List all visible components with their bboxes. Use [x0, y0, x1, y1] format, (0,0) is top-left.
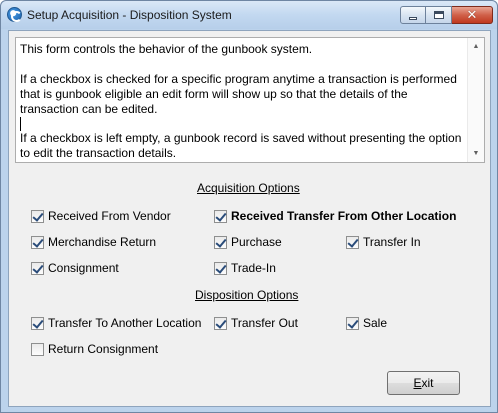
description-textbox[interactable]: This form controls the behavior of the g… [15, 37, 485, 163]
exit-button[interactable]: Exit [387, 371, 460, 395]
description-scrollbar[interactable]: ▲ ▼ [467, 38, 484, 162]
checkbox-box[interactable] [31, 342, 44, 356]
checkbox-label: Trade-In [231, 261, 276, 275]
description-text: This form controls the behavior of the g… [20, 42, 466, 161]
checkbox-trade-in[interactable]: Trade-In [214, 260, 276, 276]
checkbox-label: Transfer Out [231, 316, 298, 330]
checkbox-box[interactable] [31, 316, 44, 330]
checkbox-label: Received From Vendor [48, 209, 171, 223]
checkbox-label: Return Consignment [48, 342, 159, 356]
app-icon[interactable] [7, 7, 22, 22]
checkbox-box[interactable] [31, 235, 44, 249]
maximize-button[interactable] [426, 6, 452, 24]
checkbox-merchandise-return[interactable]: Merchandise Return [31, 234, 156, 250]
checkbox-label: Received Transfer From Other Location [231, 209, 457, 223]
text-caret [20, 117, 21, 131]
checkbox-transfer-to-another-location[interactable]: Transfer To Another Location [31, 315, 201, 331]
checkbox-return-consignment[interactable]: Return Consignment [31, 341, 158, 357]
checkbox-label: Sale [363, 316, 388, 330]
description-paragraph-2: If a checkbox is checked for a specific … [20, 72, 457, 116]
checkbox-label: Transfer In [363, 235, 421, 249]
checkbox-purchase[interactable]: Purchase [214, 234, 282, 250]
scroll-up-arrow-icon[interactable]: ▲ [468, 38, 484, 55]
checkbox-received-from-vendor[interactable]: Received From Vendor [31, 208, 171, 224]
exit-button-label: xit [421, 376, 434, 390]
checkbox-label: Purchase [231, 235, 282, 249]
checkbox-label: Merchandise Return [48, 235, 157, 249]
checkbox-box[interactable] [214, 209, 227, 223]
checkbox-sale[interactable]: Sale [346, 315, 387, 331]
scroll-down-arrow-icon[interactable]: ▼ [468, 145, 484, 162]
checkbox-box[interactable] [214, 261, 227, 275]
description-paragraph-1: This form controls the behavior of the g… [20, 42, 313, 56]
checkbox-box[interactable] [31, 209, 44, 223]
checkbox-transfer-out[interactable]: Transfer Out [214, 315, 298, 331]
checkbox-box[interactable] [214, 235, 227, 249]
minimize-button[interactable] [400, 6, 426, 24]
checkbox-box[interactable] [346, 235, 359, 249]
description-paragraph-3: If a checkbox is left empty, a gunbook r… [20, 131, 462, 160]
checkbox-label: Transfer To Another Location [48, 316, 202, 330]
checkbox-box[interactable] [214, 316, 227, 330]
window-title: Setup Acquisition - Disposition System [27, 8, 232, 22]
maximize-icon [433, 11, 444, 19]
checkbox-transfer-in[interactable]: Transfer In [346, 234, 421, 250]
minimize-icon [409, 16, 417, 20]
checkbox-box[interactable] [346, 316, 359, 330]
acquisition-options-heading: Acquisition Options [197, 181, 300, 195]
disposition-options-heading: Disposition Options [195, 288, 299, 302]
checkbox-received-transfer-from-other-location[interactable]: Received Transfer From Other Location [214, 208, 456, 224]
close-icon: ✕ [466, 7, 478, 23]
setup-window: Setup Acquisition - Disposition System ✕… [0, 0, 498, 413]
form-client-area: This form controls the behavior of the g… [8, 30, 491, 407]
checkbox-box[interactable] [31, 261, 44, 275]
checkbox-label: Consignment [48, 261, 119, 275]
exit-button-mnemonic: E [413, 376, 422, 390]
checkbox-consignment[interactable]: Consignment [31, 260, 119, 276]
close-button[interactable]: ✕ [452, 6, 493, 24]
title-bar[interactable]: Setup Acquisition - Disposition System ✕ [1, 1, 497, 29]
